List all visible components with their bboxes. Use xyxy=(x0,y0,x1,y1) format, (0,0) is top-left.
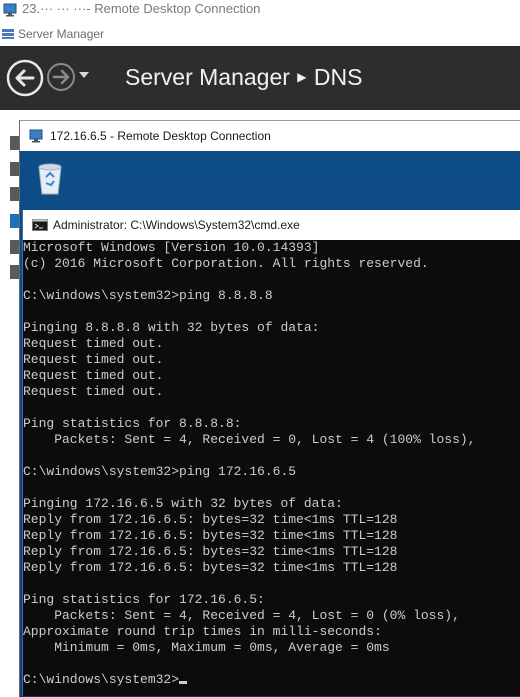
console-line: Reply from 172.16.6.5: bytes=32 time<1ms… xyxy=(23,560,398,575)
server-manager-titlebar[interactable]: Server Manager xyxy=(0,24,520,46)
outer-rdp-titlebar[interactable]: 23.··· ··· ···- Remote Desktop Connectio… xyxy=(0,0,520,22)
text-cursor xyxy=(179,681,188,684)
console-line: Pinging 172.16.6.5 with 32 bytes of data… xyxy=(23,496,343,511)
breadcrumb: Server Manager ▶ DNS xyxy=(125,64,362,91)
breadcrumb-separator: ▶ xyxy=(297,70,307,84)
cmd-icon xyxy=(32,219,48,231)
console-line: Request timed out. xyxy=(23,368,164,383)
console-line: Packets: Sent = 4, Received = 4, Lost = … xyxy=(23,608,460,623)
recycle-bin-icon[interactable] xyxy=(35,159,65,195)
console-output: Microsoft Windows [Version 10.0.14393] (… xyxy=(23,240,475,688)
console-line: (c) 2016 Microsoft Corporation. All righ… xyxy=(23,256,429,271)
cmd-title: Administrator: C:\Windows\System32\cmd.e… xyxy=(53,218,300,232)
console-line: Minimum = 0ms, Maximum = 0ms, Average = … xyxy=(23,640,390,655)
server-manager-icon xyxy=(2,29,14,39)
breadcrumb-root[interactable]: Server Manager xyxy=(125,64,290,90)
dropdown-arrow-icon[interactable] xyxy=(78,70,90,80)
outer-rdp-title: 23.··· ··· ···- Remote Desktop Connectio… xyxy=(22,1,261,16)
console-line: Ping statistics for 8.8.8.8: xyxy=(23,416,242,431)
cmd-window: Administrator: C:\Windows\System32\cmd.e… xyxy=(22,210,520,696)
console-line: Packets: Sent = 4, Received = 0, Lost = … xyxy=(23,432,476,447)
server-manager-title: Server Manager xyxy=(18,27,105,41)
console-line: Pinging 8.8.8.8 with 32 bytes of data: xyxy=(23,320,320,335)
console-line: Reply from 172.16.6.5: bytes=32 time<1ms… xyxy=(23,528,398,543)
remote-desktop-icon xyxy=(29,129,43,143)
console-line: Request timed out. xyxy=(23,352,164,367)
console-line: C:\windows\system32>ping 8.8.8.8 xyxy=(23,288,273,303)
console-line: Microsoft Windows [Version 10.0.14393] xyxy=(23,240,320,255)
console-line: Reply from 172.16.6.5: bytes=32 time<1ms… xyxy=(23,512,398,527)
console-line: Request timed out. xyxy=(23,384,164,399)
console-line: Approximate round trip times in milli-se… xyxy=(23,624,382,639)
breadcrumb-current: DNS xyxy=(313,64,363,90)
cmd-titlebar[interactable]: Administrator: C:\Windows\System32\cmd.e… xyxy=(23,210,520,240)
console-line: Reply from 172.16.6.5: bytes=32 time<1ms… xyxy=(23,544,398,559)
back-arrow-icon[interactable] xyxy=(6,59,44,97)
inner-rdp-title: 172.16.6.5 - Remote Desktop Connection xyxy=(50,129,271,143)
forward-arrow-icon[interactable] xyxy=(46,62,76,92)
console-line: C:\windows\system32>ping 172.16.6.5 xyxy=(23,464,297,479)
cmd-console[interactable]: Microsoft Windows [Version 10.0.14393] (… xyxy=(23,240,520,696)
console-prompt: C:\windows\system32> xyxy=(23,672,180,687)
console-line: Request timed out. xyxy=(23,336,164,351)
inner-rdp-titlebar[interactable]: 172.16.6.5 - Remote Desktop Connection xyxy=(20,121,520,151)
server-manager-header: Server Manager ▶ DNS xyxy=(0,46,520,110)
console-line: Ping statistics for 172.16.6.5: xyxy=(23,592,265,607)
remote-desktop-icon xyxy=(3,3,17,17)
